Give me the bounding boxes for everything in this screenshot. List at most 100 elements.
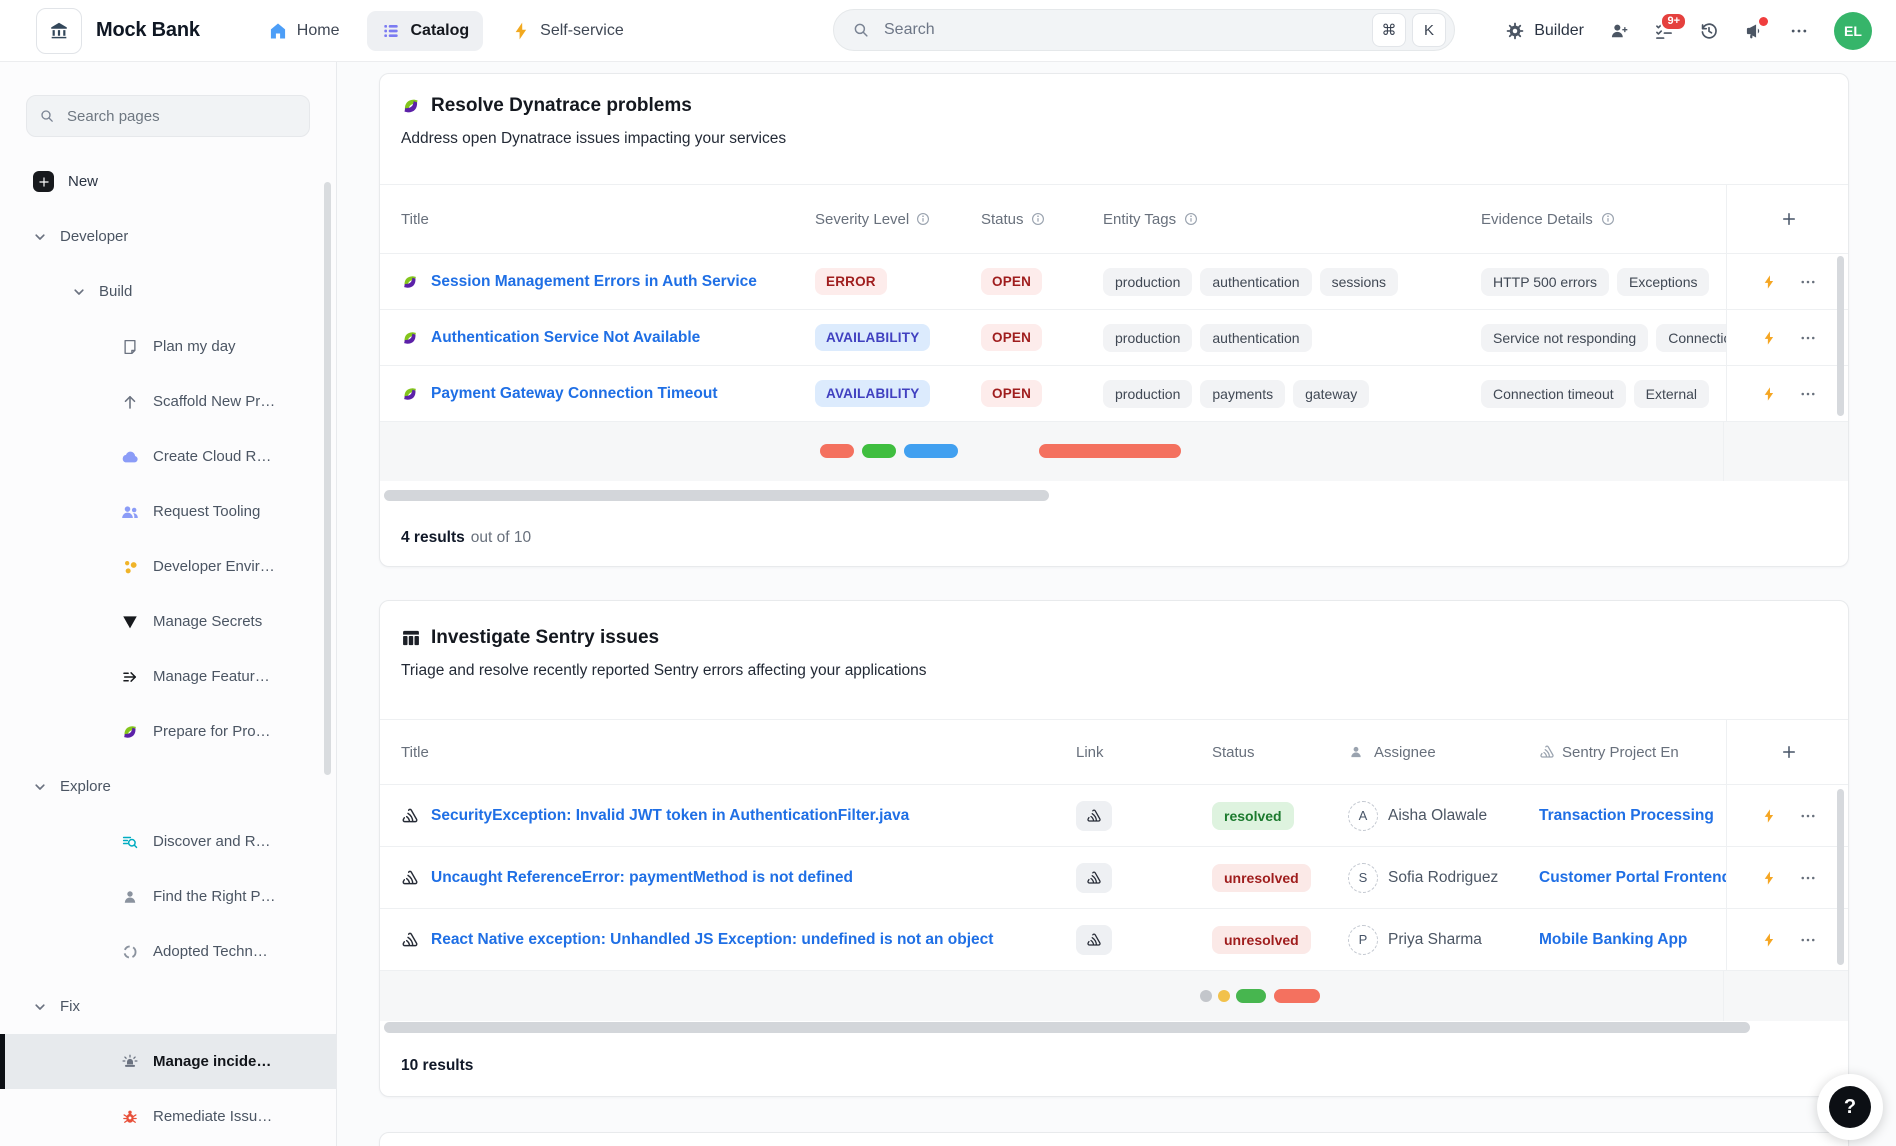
sidebar-item-remediate-issues[interactable]: Remediate Issu… [0, 1089, 336, 1144]
nav-tab-catalog[interactable]: Catalog [367, 11, 483, 51]
card-title: Resolve Dynatrace problems [431, 95, 692, 117]
sidebar-item-label: Create Cloud R… [153, 448, 271, 465]
builder-label: Builder [1534, 22, 1584, 40]
sidebar-item-create-cloud[interactable]: Create Cloud R… [0, 429, 336, 484]
sentry-link-button[interactable] [1076, 925, 1112, 955]
info-icon[interactable] [1031, 212, 1045, 226]
status-badge: OPEN [981, 268, 1042, 295]
dynatrace-card: Resolve Dynatrace problems Address open … [379, 73, 1849, 567]
search-icon [852, 21, 870, 39]
table-row: SecurityException: Invalid JWT token in … [380, 785, 1848, 847]
run-action-lightning-icon[interactable] [1761, 870, 1777, 886]
row-more-button[interactable] [1799, 807, 1817, 825]
discover-search-icon [120, 833, 140, 851]
row-more-button[interactable] [1799, 931, 1817, 949]
more-menu-button[interactable] [1789, 21, 1809, 41]
sidebar-item-developer-environments[interactable]: Developer Envir… [0, 539, 336, 594]
help-button[interactable]: ? [1817, 1074, 1883, 1140]
row-title-link[interactable]: SecurityException: Invalid JWT token in … [431, 807, 909, 825]
sentry-project-link[interactable]: Mobile Banking App [1539, 931, 1687, 948]
sidebar-new-button[interactable]: New [0, 154, 336, 209]
sidebar-item-label: Manage Featur… [153, 668, 270, 685]
run-action-lightning-icon[interactable] [1761, 386, 1777, 402]
ellipsis-icon [1789, 21, 1809, 41]
row-more-button[interactable] [1799, 329, 1817, 347]
row-more-button[interactable] [1799, 385, 1817, 403]
sentry-link-button[interactable] [1076, 863, 1112, 893]
info-icon[interactable] [1601, 212, 1615, 226]
sidebar-group-developer[interactable]: Developer [0, 209, 336, 264]
entity-tag: sessions [1320, 268, 1398, 296]
run-action-lightning-icon[interactable] [1761, 808, 1777, 824]
sidebar-group-explore[interactable]: Explore [0, 759, 336, 814]
sidebar-item-request-tooling[interactable]: Request Tooling [0, 484, 336, 539]
entity-tag: authentication [1200, 268, 1311, 296]
nav-tab-self-service[interactable]: Self-service [497, 11, 638, 51]
run-action-lightning-icon[interactable] [1761, 330, 1777, 346]
info-icon[interactable] [916, 212, 930, 226]
invite-user-button[interactable] [1609, 21, 1629, 41]
tasks-button[interactable]: 9+ [1654, 21, 1674, 41]
row-more-button[interactable] [1799, 273, 1817, 291]
vertical-scrollbar[interactable] [1837, 789, 1844, 965]
user-avatar[interactable]: EL [1834, 12, 1872, 50]
card-subtitle: Address open Dynatrace issues impacting … [401, 130, 1824, 148]
info-icon[interactable] [1184, 212, 1198, 226]
dots-cluster-icon [120, 557, 140, 577]
sidebar-search-input[interactable] [65, 107, 297, 126]
brand-logo[interactable] [36, 8, 82, 54]
vertical-scrollbar[interactable] [1837, 256, 1844, 416]
row-more-button[interactable] [1799, 869, 1817, 887]
sentry-icon [1539, 744, 1555, 760]
add-column-button[interactable] [1780, 210, 1798, 228]
horizontal-scrollbar[interactable] [384, 490, 1049, 501]
sentry-project-link[interactable]: Transaction Processing [1539, 807, 1714, 824]
sidebar-group-fix[interactable]: Fix [0, 979, 336, 1034]
chevron-down-icon [33, 1000, 47, 1014]
row-title-link[interactable]: Authentication Service Not Available [431, 329, 700, 347]
sidebar-item-adopted-technologies[interactable]: Adopted Techn… [0, 924, 336, 979]
sidebar-item-manage-features[interactable]: Manage Featur… [0, 649, 336, 704]
severity-badge: AVAILABILITY [815, 324, 930, 351]
sidebar-scrollbar[interactable] [324, 182, 331, 775]
global-search[interactable]: ⌘ K [833, 9, 1455, 51]
kbd-k: K [1412, 13, 1446, 47]
builder-button[interactable]: Builder [1505, 21, 1584, 41]
next-card-partial [379, 1132, 1849, 1146]
status-badge: unresolved [1212, 926, 1311, 954]
sidebar-item-plan-my-day[interactable]: Plan my day [0, 319, 336, 374]
page-icon [120, 338, 140, 356]
sidebar-item-prepare-for-production[interactable]: Prepare for Pro… [0, 704, 336, 759]
sidebar-group-build[interactable]: Build [0, 264, 336, 319]
global-search-input[interactable] [882, 20, 1366, 40]
sidebar-item-find-the-right[interactable]: Find the Right P… [0, 869, 336, 924]
dashed-circle-icon [120, 943, 140, 961]
sidebar-item-scaffold-new[interactable]: Scaffold New Pr… [0, 374, 336, 429]
horizontal-scrollbar[interactable] [384, 1022, 1750, 1033]
sidebar-search[interactable] [26, 95, 310, 137]
row-title-link[interactable]: React Native exception: Unhandled JS Exc… [431, 931, 993, 949]
row-title-link[interactable]: Payment Gateway Connection Timeout [431, 385, 718, 403]
sidebar-item-manage-incidents[interactable]: Manage incide… [0, 1034, 336, 1089]
sentry-project-link[interactable]: Customer Portal Frontend [1539, 869, 1726, 886]
assignee-name: Sofia Rodriguez [1388, 869, 1498, 887]
row-title-link[interactable]: Uncaught ReferenceError: paymentMethod i… [431, 869, 853, 887]
sidebar-item-discover[interactable]: Discover and R… [0, 814, 336, 869]
assignee-avatar: P [1348, 925, 1378, 955]
table-row: Payment Gateway Connection Timeout AVAIL… [380, 366, 1848, 422]
gear-icon [1505, 21, 1525, 41]
sidebar-item-label: Manage Secrets [153, 613, 262, 630]
column-assignee: Assignee [1374, 744, 1436, 761]
results-footer: 10 results [380, 1035, 1848, 1096]
add-column-button[interactable] [1780, 743, 1798, 761]
row-title-link[interactable]: Session Management Errors in Auth Servic… [431, 273, 757, 291]
sentry-link-button[interactable] [1076, 801, 1112, 831]
sidebar-item-manage-secrets[interactable]: Manage Secrets [0, 594, 336, 649]
entity-tag: gateway [1293, 380, 1369, 408]
run-action-lightning-icon[interactable] [1761, 274, 1777, 290]
history-button[interactable] [1699, 21, 1719, 41]
run-action-lightning-icon[interactable] [1761, 932, 1777, 948]
dynatrace-icon [401, 385, 419, 403]
nav-tab-home[interactable]: Home [254, 11, 354, 51]
announcements-button[interactable] [1744, 21, 1764, 41]
